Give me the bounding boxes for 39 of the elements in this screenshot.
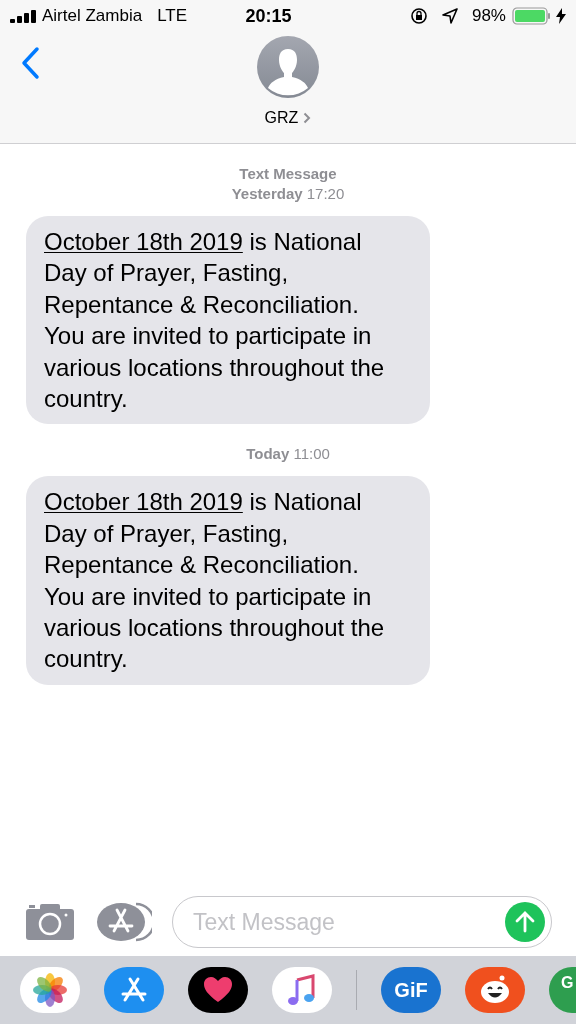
laughing-face-icon <box>478 974 512 1006</box>
flower-icon <box>33 973 67 1007</box>
music-app-button[interactable] <box>272 967 332 1013</box>
heart-icon <box>203 976 233 1004</box>
date-link[interactable]: October 18th 2019 <box>44 228 243 255</box>
app-store-icon <box>119 976 149 1004</box>
charging-bolt-icon <box>556 8 566 24</box>
location-arrow-icon <box>441 8 458 24</box>
music-note-icon <box>288 974 316 1006</box>
camera-button[interactable] <box>24 902 76 942</box>
chevron-right-icon <box>303 112 312 124</box>
app-store-button[interactable] <box>104 967 164 1013</box>
heart-app-button[interactable] <box>188 967 248 1013</box>
network-type: LTE <box>157 5 188 28</box>
message-text: October 18th 2019 is National Day of Prayer, Fasting, Repentance & Reconciliation. You are invited to participate in various locations throughout the country. <box>44 487 386 675</box>
timestamp: Yesterday 17:20 <box>231 184 345 204</box>
carrier-name: Airtel Zambia <box>42 5 143 28</box>
app-store-button[interactable] <box>96 901 152 943</box>
signal-icon <box>10 9 36 23</box>
contact-avatar <box>257 36 319 98</box>
contact-name-button[interactable]: GRZ <box>264 106 312 130</box>
gif-app-button[interactable]: GiF <box>381 967 441 1013</box>
text-input[interactable]: Text Message <box>193 904 505 940</box>
battery-icon <box>512 7 552 25</box>
message-text: October 18th 2019 is National Day of Prayer, Fasting, Repentance & Reconciliation. You are invited to participate in various locations throughout the country. <box>44 227 386 415</box>
timestamp: Today 11:00 <box>246 444 330 465</box>
battery-percentage: 98% <box>471 5 506 28</box>
back-chevron-icon <box>20 46 40 80</box>
clock-time: 20:15 <box>245 4 293 28</box>
app-store-icon <box>96 901 152 943</box>
arrow-up-icon <box>515 911 535 933</box>
message-service-label: Text Message <box>239 164 337 184</box>
reddit-app-button[interactable] <box>465 967 525 1013</box>
date-link[interactable]: October 18th 2019 <box>44 488 243 516</box>
rotation-lock-icon <box>409 7 428 25</box>
camera-icon <box>24 902 76 942</box>
photos-app-button[interactable] <box>20 967 80 1013</box>
message-input-field[interactable]: Text Message <box>172 896 552 948</box>
send-button[interactable] <box>505 902 545 942</box>
